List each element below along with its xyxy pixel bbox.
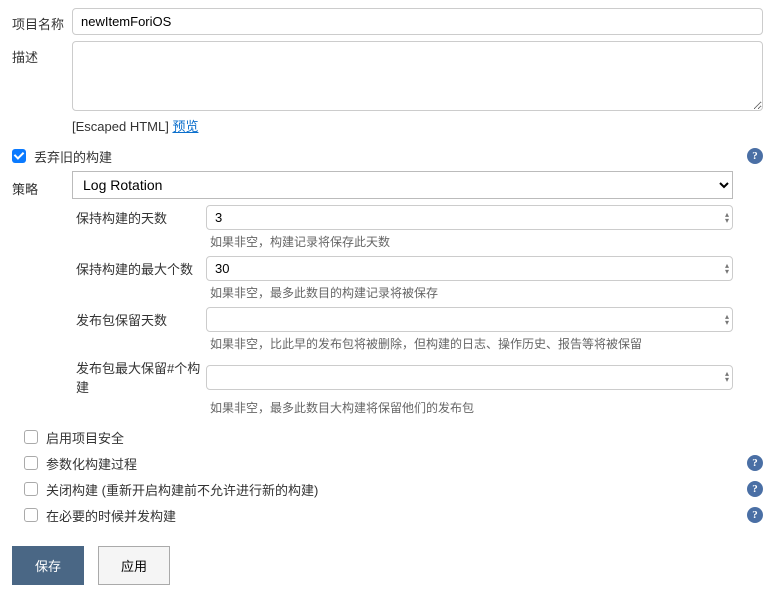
max-label: 保持构建的最大个数 bbox=[76, 259, 206, 278]
footer-buttons: 保存 应用 bbox=[12, 546, 763, 585]
security-label: 启用项目安全 bbox=[46, 428, 763, 447]
artifact-days-row: 发布包保留天数 ▴▾ bbox=[76, 307, 733, 332]
description-row: 描述 [Escaped HTML] 预览 bbox=[12, 41, 763, 143]
discard-old-label: 丢弃旧的构建 bbox=[34, 147, 741, 166]
discard-old-checkbox[interactable] bbox=[12, 149, 26, 163]
concurrent-checkbox[interactable] bbox=[24, 508, 38, 522]
max-hint: 如果非空，最多此数目的构建记录将被保存 bbox=[210, 284, 733, 301]
preview-link[interactable]: 预览 bbox=[172, 119, 198, 134]
help-icon[interactable]: ? bbox=[747, 507, 763, 523]
days-label: 保持构建的天数 bbox=[76, 208, 206, 227]
artifact-days-input[interactable] bbox=[206, 307, 733, 332]
disable-checkbox[interactable] bbox=[24, 482, 38, 496]
save-button[interactable]: 保存 bbox=[12, 546, 84, 585]
concurrent-row: 在必要的时候并发构建 ? bbox=[12, 504, 763, 526]
disable-row: 关闭构建 (重新开启构建前不允许进行新的构建) ? bbox=[12, 478, 763, 500]
help-icon[interactable]: ? bbox=[747, 148, 763, 164]
artifact-max-row: 发布包最大保留#个构建 ▴▾ bbox=[76, 358, 733, 396]
disable-label: 关闭构建 (重新开启构建前不允许进行新的构建) bbox=[46, 480, 741, 499]
description-label: 描述 bbox=[12, 41, 72, 66]
max-row: 保持构建的最大个数 ▴▾ bbox=[76, 256, 733, 281]
artifact-max-label: 发布包最大保留#个构建 bbox=[76, 358, 206, 396]
project-name-label: 项目名称 bbox=[12, 8, 72, 33]
escaped-html-label: [Escaped HTML] bbox=[72, 119, 172, 134]
days-input[interactable] bbox=[206, 205, 733, 230]
parametric-checkbox[interactable] bbox=[24, 456, 38, 470]
policy-select[interactable]: Log Rotation bbox=[72, 171, 733, 199]
discard-old-row: 丢弃旧的构建 ? bbox=[12, 145, 763, 167]
log-rotation-block: 保持构建的天数 ▴▾ 如果非空，构建记录将保存此天数 保持构建的最大个数 ▴▾ … bbox=[76, 205, 763, 416]
apply-button[interactable]: 应用 bbox=[98, 546, 170, 585]
parametric-label: 参数化构建过程 bbox=[46, 454, 741, 473]
project-name-row: 项目名称 bbox=[12, 8, 763, 35]
artifact-max-hint: 如果非空，最多此数目大构建将保留他们的发布包 bbox=[210, 399, 733, 416]
description-textarea[interactable] bbox=[72, 41, 763, 111]
description-underlinks: [Escaped HTML] 预览 bbox=[72, 116, 763, 135]
security-row: 启用项目安全 bbox=[12, 426, 763, 448]
artifact-days-label: 发布包保留天数 bbox=[76, 310, 206, 329]
project-name-input[interactable] bbox=[72, 8, 763, 35]
policy-row: 策略 Log Rotation bbox=[12, 171, 763, 199]
concurrent-label: 在必要的时候并发构建 bbox=[46, 506, 741, 525]
help-icon[interactable]: ? bbox=[747, 481, 763, 497]
help-icon[interactable]: ? bbox=[747, 455, 763, 471]
artifact-days-hint: 如果非空，比此早的发布包将被删除，但构建的日志、操作历史、报告等将被保留 bbox=[210, 335, 733, 352]
security-checkbox[interactable] bbox=[24, 430, 38, 444]
parametric-row: 参数化构建过程 ? bbox=[12, 452, 763, 474]
max-input[interactable] bbox=[206, 256, 733, 281]
days-row: 保持构建的天数 ▴▾ bbox=[76, 205, 733, 230]
policy-label: 策略 bbox=[12, 173, 72, 198]
days-hint: 如果非空，构建记录将保存此天数 bbox=[210, 233, 733, 250]
artifact-max-input[interactable] bbox=[206, 365, 733, 390]
